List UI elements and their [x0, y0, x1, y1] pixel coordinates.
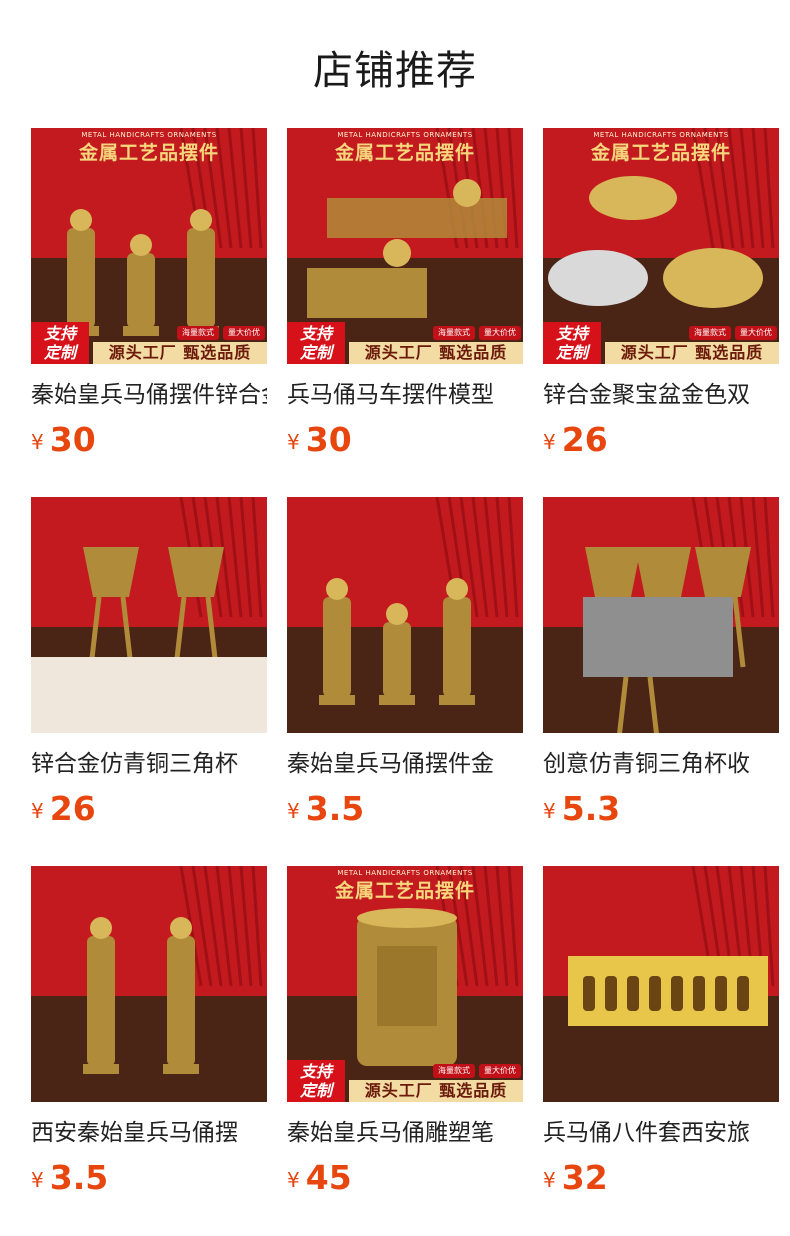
promo-banner-bottom: 支持 定制 海量款式 量大价优源头工厂 甄选品质	[31, 322, 267, 364]
product-name[interactable]: 创意仿青铜三角杯收	[543, 749, 779, 779]
product-price: ¥32	[543, 1158, 779, 1204]
product-price: ¥3.5	[31, 1158, 267, 1204]
product-image[interactable]: METAL HANDICRAFTS ORNAMENTS 金属工艺品摆件支持 定制 海量…	[543, 128, 779, 364]
product-image[interactable]: METAL HANDICRAFTS ORNAMENTS 金属工艺品摆件支持 定制 海量…	[287, 128, 523, 364]
emperor-statues-photo	[31, 866, 267, 1102]
product-name[interactable]: 秦始皇兵马俑雕塑笔	[287, 1118, 523, 1148]
product-price: ¥30	[287, 420, 523, 466]
product-card[interactable]: METAL HANDICRAFTS ORNAMENTS 金属工艺品摆件支持 定制 海量…	[543, 128, 779, 466]
currency-symbol: ¥	[543, 799, 556, 823]
product-card[interactable]: 锌合金仿青铜三角杯 ¥26	[31, 497, 267, 835]
product-name[interactable]: 西安秦始皇兵马俑摆	[31, 1118, 267, 1148]
promo-tag: 量大价优	[735, 326, 777, 340]
promo-banner-bottom: 支持 定制 海量款式 量大价优源头工厂 甄选品质	[287, 1060, 523, 1102]
promo-banner-top: METAL HANDICRAFTS ORNAMENTS 金属工艺品摆件	[31, 128, 267, 172]
price-value: 5.3	[561, 789, 621, 828]
promo-banner-top: METAL HANDICRAFTS ORNAMENTS 金属工艺品摆件	[287, 128, 523, 172]
product-name[interactable]: 秦始皇兵马俑摆件锌合金	[31, 380, 267, 410]
product-card[interactable]: METAL HANDICRAFTS ORNAMENTS 金属工艺品摆件支持 定制 海量…	[31, 128, 267, 466]
product-price: ¥45	[287, 1158, 523, 1204]
product-card[interactable]: 创意仿青铜三角杯收 ¥5.3	[543, 497, 779, 835]
banner-subtitle: METAL HANDICRAFTS ORNAMENTS	[337, 869, 473, 877]
promo-tags: 海量款式 量大价优	[177, 326, 265, 340]
price-value: 26	[561, 420, 608, 459]
currency-symbol: ¥	[31, 1168, 44, 1192]
banner-subtitle: METAL HANDICRAFTS ORNAMENTS	[337, 131, 473, 139]
product-card[interactable]: 兵马俑八件套西安旅 ¥32	[543, 866, 779, 1204]
price-value: 3.5	[305, 789, 365, 828]
promo-tag: 量大价优	[223, 326, 265, 340]
quality-strip: 源头工厂 甄选品质	[349, 1080, 523, 1102]
product-image[interactable]: METAL HANDICRAFTS ORNAMENTS 金属工艺品摆件支持 定制 海量…	[31, 128, 267, 364]
custom-badge: 支持 定制	[287, 322, 345, 364]
currency-symbol: ¥	[31, 799, 44, 823]
promo-banner-bottom: 支持 定制 海量款式 量大价优源头工厂 甄选品质	[287, 322, 523, 364]
product-image[interactable]	[287, 497, 523, 733]
product-name[interactable]: 锌合金聚宝盆金色双	[543, 380, 779, 410]
page-title: 店铺推荐	[313, 48, 477, 94]
product-card[interactable]: METAL HANDICRAFTS ORNAMENTS 金属工艺品摆件支持 定制 海量…	[287, 128, 523, 466]
price-value: 30	[305, 420, 352, 459]
banner-title: 金属工艺品摆件	[334, 880, 475, 902]
custom-badge: 支持 定制	[543, 322, 601, 364]
promo-tags: 海量款式 量大价优	[689, 326, 777, 340]
product-image[interactable]	[543, 866, 779, 1102]
price-value: 30	[49, 420, 96, 459]
product-card[interactable]: 西安秦始皇兵马俑摆 ¥3.5	[31, 866, 267, 1204]
product-price: ¥30	[31, 420, 267, 466]
currency-symbol: ¥	[543, 430, 556, 454]
promo-tags: 海量款式 量大价优	[433, 1064, 521, 1078]
price-value: 26	[49, 789, 96, 828]
currency-symbol: ¥	[543, 1168, 556, 1192]
price-value: 32	[561, 1158, 608, 1197]
currency-symbol: ¥	[31, 430, 44, 454]
promo-banner-top: METAL HANDICRAFTS ORNAMENTS 金属工艺品摆件	[543, 128, 779, 172]
product-name[interactable]: 兵马俑八件套西安旅	[543, 1118, 779, 1148]
promo-tag: 海量款式	[433, 1064, 475, 1078]
product-price: ¥3.5	[287, 789, 523, 835]
product-card[interactable]: METAL HANDICRAFTS ORNAMENTS 金属工艺品摆件支持 定制 海量…	[287, 866, 523, 1204]
custom-badge: 支持 定制	[31, 322, 89, 364]
product-price: ¥26	[543, 420, 779, 466]
banner-subtitle: METAL HANDICRAFTS ORNAMENTS	[81, 131, 217, 139]
banner-title: 金属工艺品摆件	[590, 142, 731, 164]
product-price: ¥5.3	[543, 789, 779, 835]
bronze-tripod-cups-photo	[31, 497, 267, 733]
banner-title: 金属工艺品摆件	[78, 142, 219, 164]
price-value: 3.5	[49, 1158, 109, 1197]
quality-strip: 源头工厂 甄选品质	[349, 342, 523, 364]
promo-tags: 海量款式 量大价优	[433, 326, 521, 340]
eight-piece-gift-box-photo	[543, 866, 779, 1102]
product-price: ¥26	[31, 789, 267, 835]
product-name[interactable]: 秦始皇兵马俑摆件金	[287, 749, 523, 779]
currency-symbol: ¥	[287, 430, 300, 454]
promo-tag: 海量款式	[689, 326, 731, 340]
currency-symbol: ¥	[287, 1168, 300, 1192]
product-name[interactable]: 兵马俑马车摆件模型	[287, 380, 523, 410]
custom-badge: 支持 定制	[287, 1060, 345, 1102]
banner-subtitle: METAL HANDICRAFTS ORNAMENTS	[593, 131, 729, 139]
product-image[interactable]: METAL HANDICRAFTS ORNAMENTS 金属工艺品摆件支持 定制 海量…	[287, 866, 523, 1102]
promo-tag: 量大价优	[479, 1064, 521, 1078]
promo-banner-bottom: 支持 定制 海量款式 量大价优源头工厂 甄选品质	[543, 322, 779, 364]
promo-banner-top: METAL HANDICRAFTS ORNAMENTS 金属工艺品摆件	[287, 866, 523, 910]
bronze-jue-cups-photo	[543, 497, 779, 733]
product-card[interactable]: 秦始皇兵马俑摆件金 ¥3.5	[287, 497, 523, 835]
price-value: 45	[305, 1158, 352, 1197]
gold-warrior-figures-photo	[287, 497, 523, 733]
product-image[interactable]	[31, 497, 267, 733]
banner-title: 金属工艺品摆件	[334, 142, 475, 164]
promo-tag: 海量款式	[177, 326, 219, 340]
product-image[interactable]	[543, 497, 779, 733]
quality-strip: 源头工厂 甄选品质	[605, 342, 779, 364]
quality-strip: 源头工厂 甄选品质	[93, 342, 267, 364]
product-image[interactable]	[31, 866, 267, 1102]
promo-tag: 海量款式	[433, 326, 475, 340]
product-name[interactable]: 锌合金仿青铜三角杯	[31, 749, 267, 779]
promo-tag: 量大价优	[479, 326, 521, 340]
currency-symbol: ¥	[287, 799, 300, 823]
